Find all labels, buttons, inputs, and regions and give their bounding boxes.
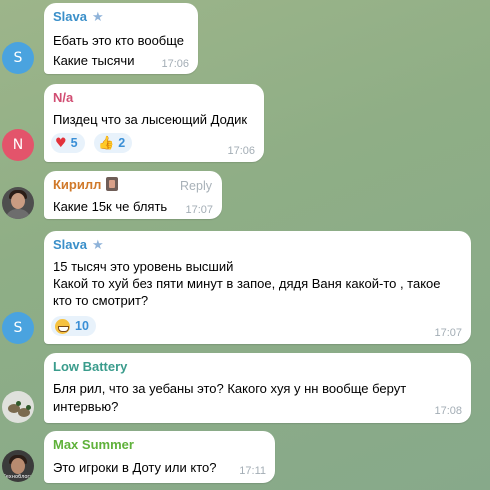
message-bubble[interactable]: Slava ★ Ебать это кто вообще Какие тысячи… [44,3,198,74]
message-author[interactable]: Low Battery [53,359,127,374]
message-bubble[interactable]: Max Summer Это игроки в Доту или кто? 17… [44,431,275,483]
message-text: 15 тысяч это уровень высший [53,259,234,274]
thumbs-up-icon: 👍 [98,135,115,151]
avatar[interactable] [2,187,34,219]
message-bubble[interactable]: Кирилл Reply Какие 15к че блять 17:07 [44,171,222,219]
message-time: 17:06 [227,145,255,157]
star-icon: ★ [91,9,104,24]
sticker-badge-icon [106,177,119,191]
reaction-count: 5 [70,136,78,150]
message-author[interactable]: Max Summer [53,437,134,452]
message-text: Бля рил, что за уебаны это? Какого хуя у… [53,381,407,396]
reply-button[interactable]: Reply [180,179,212,193]
message-bubble[interactable]: N/a Пиздец что за лысеющий Додик ♥ 5 👍 2… [44,84,264,162]
grin-icon [55,318,70,334]
avatar[interactable]: Техноблоги [2,450,34,482]
avatar-letter: S [13,50,23,66]
message-text: интервью? [53,399,119,414]
heart-icon: ♥ [55,135,67,151]
avatar[interactable]: S [2,42,34,74]
message-text: Ебать это кто вообще [53,33,185,48]
message-time: 17:07 [434,327,462,339]
message-author[interactable]: Slava ★ [53,237,104,253]
message-bubble[interactable]: Slava ★ 15 тысяч это уровень высший Какой… [44,231,471,344]
message-text: Какие 15к че блять [53,199,168,214]
message-text: Пиздец что за лысеющий Додик [53,112,248,127]
message-text: кто то смотрит? [53,293,149,308]
message-author[interactable]: Кирилл [53,177,119,192]
star-icon: ★ [91,237,104,252]
avatar[interactable]: S [2,312,34,344]
reaction-count: 10 [75,319,89,333]
reaction-heart[interactable]: ♥ 5 [51,133,85,153]
message-time: 17:11 [239,465,266,477]
avatar-letter: S [13,320,23,336]
avatar[interactable]: N [2,129,34,161]
message-text: Какой то хуй без пяти минут в запое, дяд… [53,276,441,291]
message-author[interactable]: N/a [53,90,73,105]
reaction-count: 2 [118,136,126,150]
reaction-thumbs-up[interactable]: 👍 2 [94,133,133,153]
message-time: 17:06 [161,58,189,70]
reaction-grin[interactable]: 10 [51,316,96,336]
message-text: Это игроки в Доту или кто? [53,460,217,475]
avatar-caption: Техноблоги [2,474,34,480]
message-time: 17:08 [434,405,462,417]
avatar[interactable] [2,391,34,423]
message-author[interactable]: Slava ★ [53,9,104,25]
avatar-letter: N [12,137,24,153]
message-bubble[interactable]: Low Battery Бля рил, что за уебаны это? … [44,353,471,423]
message-time: 17:07 [185,204,213,216]
message-text: Какие тысячи [53,53,135,68]
